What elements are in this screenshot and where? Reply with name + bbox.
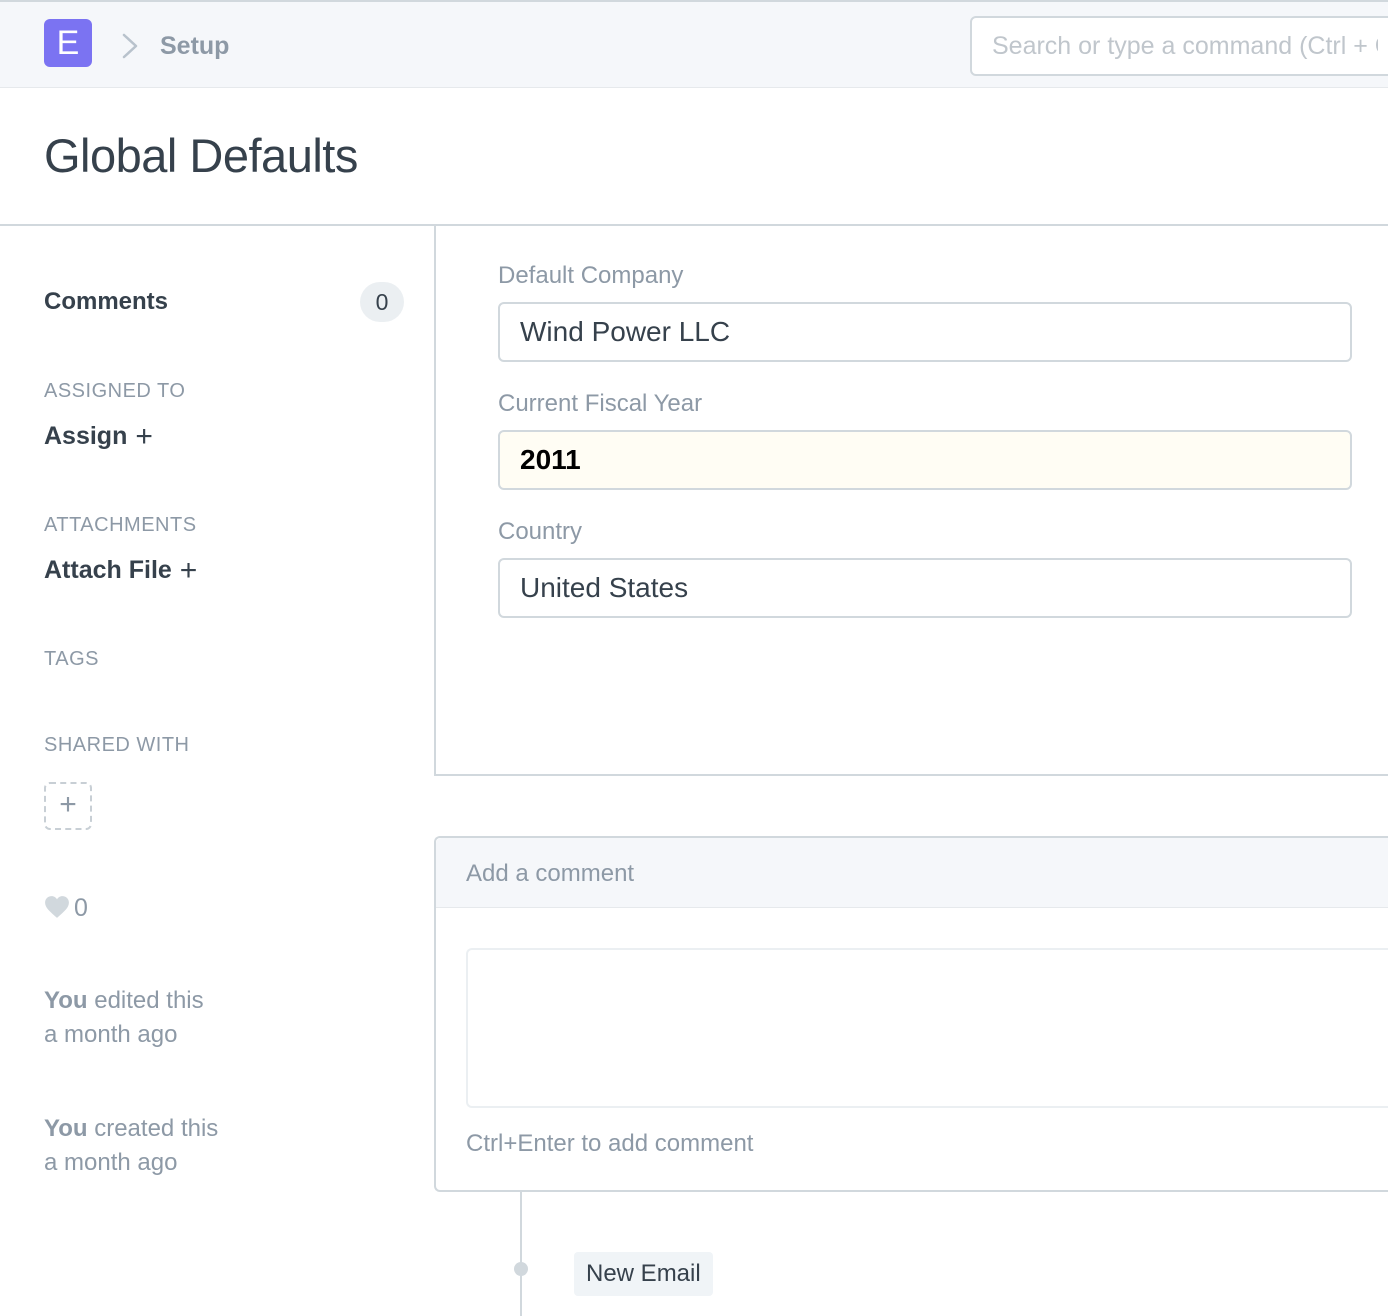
activity-time: a month ago xyxy=(44,1149,178,1176)
comments-label[interactable]: Comments xyxy=(44,288,168,316)
add-comment-label: Add a comment xyxy=(466,860,635,887)
form-card: Default Company Current Fiscal Year Coun… xyxy=(434,226,1388,776)
comment-header: Add a comment xyxy=(436,838,1388,908)
app-logo[interactable]: E xyxy=(44,19,92,67)
country-label: Country xyxy=(498,518,583,545)
timeline-line xyxy=(520,1192,522,1316)
heart-icon[interactable] xyxy=(44,895,70,919)
assign-button[interactable]: Assign + xyxy=(44,420,153,454)
default-company-label: Default Company xyxy=(498,262,684,289)
plus-icon: + xyxy=(135,420,153,453)
attach-file-label: Attach File xyxy=(44,556,172,584)
tags-label: TAGS xyxy=(44,648,99,670)
activity-action: edited this xyxy=(94,987,204,1014)
like-count: 0 xyxy=(74,894,88,922)
current-fiscal-year-label: Current Fiscal Year xyxy=(498,390,703,417)
shared-with-label: SHARED WITH xyxy=(44,734,190,756)
share-add-button[interactable]: + xyxy=(44,782,92,830)
assign-label: Assign xyxy=(44,422,128,450)
comment-textarea[interactable] xyxy=(466,948,1388,1108)
comment-hint: Ctrl+Enter to add comment xyxy=(466,1130,754,1157)
activity-action: created this xyxy=(94,1115,219,1142)
like-row[interactable]: 0 xyxy=(44,894,88,924)
breadcrumb-setup[interactable]: Setup xyxy=(160,32,229,61)
default-company-input[interactable] xyxy=(498,302,1352,362)
activity-time: a month ago xyxy=(44,1021,178,1048)
page-title: Global Defaults xyxy=(44,129,358,182)
activity-user[interactable]: You xyxy=(44,987,88,1014)
comment-card: Add a comment Ctrl+Enter to add comment xyxy=(434,836,1388,1192)
activity-item: You created this a month ago xyxy=(44,1112,218,1180)
chevron-right-icon xyxy=(122,33,138,59)
country-input[interactable] xyxy=(498,558,1352,618)
activity-item: You edited this a month ago xyxy=(44,984,204,1052)
current-fiscal-year-input[interactable] xyxy=(498,430,1352,490)
timeline-dot xyxy=(514,1262,528,1276)
activity-user[interactable]: You xyxy=(44,1115,88,1142)
attachments-label: ATTACHMENTS xyxy=(44,514,197,536)
attach-file-button[interactable]: Attach File + xyxy=(44,554,197,588)
new-email-button[interactable]: New Email xyxy=(574,1252,713,1296)
navbar: E Setup xyxy=(0,0,1388,88)
search-input[interactable] xyxy=(970,16,1388,76)
sidebar: Comments 0 ASSIGNED TO Assign + ATTACHMEN… xyxy=(0,226,434,1316)
plus-icon: + xyxy=(179,554,198,587)
assigned-to-label: ASSIGNED TO xyxy=(44,380,186,402)
comments-count-badge: 0 xyxy=(360,282,404,322)
